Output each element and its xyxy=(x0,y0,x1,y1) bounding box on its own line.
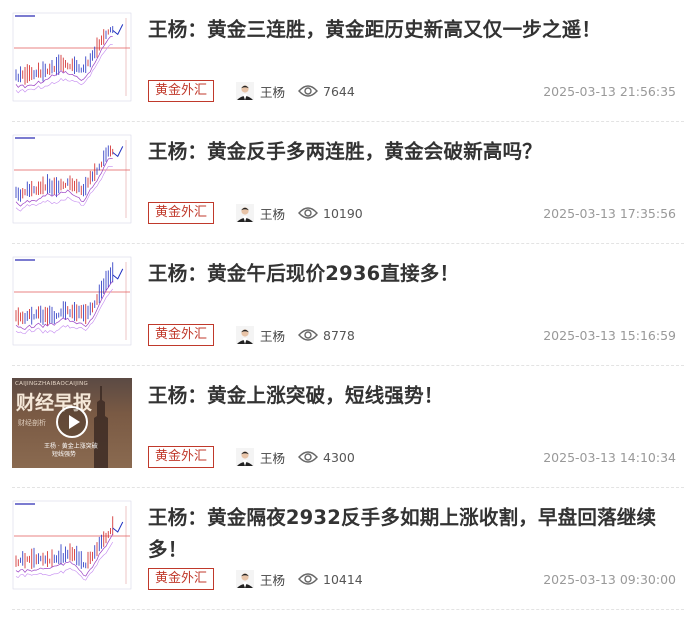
article-item[interactable]: 王杨：黄金隔夜2932反手多如期上涨收割，早盘回落继续多！ 黄金外汇 王杨 10… xyxy=(12,488,684,610)
skyscraper-image xyxy=(94,386,108,468)
view-count: 7644 xyxy=(298,82,355,100)
eye-icon xyxy=(298,85,318,97)
publish-time: 2025-03-13 17:35:56 xyxy=(543,206,676,221)
play-icon[interactable] xyxy=(56,406,88,438)
view-count-value: 4300 xyxy=(323,449,355,465)
category-tag[interactable]: 黄金外汇 xyxy=(148,324,215,346)
author-name: 王杨 xyxy=(260,450,286,466)
chart-header-label xyxy=(15,503,35,505)
article-thumbnail[interactable] xyxy=(12,256,132,346)
article-item[interactable]: 王杨：黄金三连胜，黄金距历史新高又仅一步之遥！ 黄金外汇 王杨 7644 202… xyxy=(12,0,684,122)
avatar-icon xyxy=(236,204,254,222)
category-tag[interactable]: 黄金外汇 xyxy=(148,202,215,224)
view-count: 10190 xyxy=(298,204,363,222)
chart-thumbnail-image xyxy=(12,256,132,346)
view-count-value: 8778 xyxy=(323,327,355,343)
article-title[interactable]: 王杨：黄金三连胜，黄金距历史新高又仅一步之遥！ xyxy=(148,14,668,46)
publish-time: 2025-03-13 15:16:59 xyxy=(543,328,676,343)
article-item[interactable]: 王杨：黄金午后现价2936直接多！ 黄金外汇 王杨 8778 2025-03-1… xyxy=(12,244,684,366)
avatar-icon xyxy=(236,448,254,466)
view-count: 10414 xyxy=(298,570,363,588)
chart-header-label xyxy=(15,137,35,139)
avatar-icon xyxy=(236,82,254,100)
category-tag[interactable]: 黄金外汇 xyxy=(148,568,215,590)
article-item[interactable]: 王杨：黄金反手多两连胜，黄金会破新高吗？ 黄金外汇 王杨 10190 2025-… xyxy=(12,122,684,244)
author-name: 王杨 xyxy=(260,572,286,588)
eye-icon xyxy=(298,573,318,585)
eye-icon xyxy=(298,329,318,341)
author-name: 王杨 xyxy=(260,206,286,222)
avatar-icon xyxy=(236,570,254,588)
chart-thumbnail-image xyxy=(12,12,132,102)
article-item[interactable]: CAIJINGZHAIBAOCAIJING 财经早报 财经剖析 王杨 · 黄金上… xyxy=(12,366,684,488)
video-thumbnail-subtitle: 财经剖析 xyxy=(18,419,46,427)
author-name: 王杨 xyxy=(260,84,286,100)
publish-time: 2025-03-13 21:56:35 xyxy=(543,84,676,99)
author[interactable]: 王杨 xyxy=(236,82,285,100)
author[interactable]: 王杨 xyxy=(236,204,285,222)
article-thumbnail[interactable] xyxy=(12,500,132,590)
eye-icon xyxy=(298,451,318,463)
chart-header-label xyxy=(15,259,35,261)
article-thumbnail[interactable] xyxy=(12,12,132,102)
video-thumbnail[interactable]: CAIJINGZHAIBAOCAIJING 财经早报 财经剖析 王杨 · 黄金上… xyxy=(12,378,132,468)
view-count-value: 7644 xyxy=(323,83,355,99)
view-count: 8778 xyxy=(298,326,355,344)
avatar-icon xyxy=(236,326,254,344)
author-name: 王杨 xyxy=(260,328,286,344)
category-tag[interactable]: 黄金外汇 xyxy=(148,80,215,102)
view-count-value: 10190 xyxy=(323,205,363,221)
category-tag[interactable]: 黄金外汇 xyxy=(148,446,215,468)
video-thumbnail-caption: 短线强势 xyxy=(52,451,77,458)
author[interactable]: 王杨 xyxy=(236,570,285,588)
view-count-value: 10414 xyxy=(323,571,363,587)
author[interactable]: 王杨 xyxy=(236,448,285,466)
chart-header-label xyxy=(15,15,35,17)
video-thumbnail-caption: CAIJINGZHAIBAOCAIJING xyxy=(15,381,89,387)
eye-icon xyxy=(298,207,318,219)
publish-time: 2025-03-13 09:30:00 xyxy=(543,572,676,587)
article-title[interactable]: 王杨：黄金反手多两连胜，黄金会破新高吗？ xyxy=(148,136,668,168)
article-title[interactable]: 王杨：黄金上涨突破，短线强势！ xyxy=(148,380,668,412)
view-count: 4300 xyxy=(298,448,355,466)
article-title[interactable]: 王杨：黄金隔夜2932反手多如期上涨收割，早盘回落继续多！ xyxy=(148,502,668,566)
chart-thumbnail-image xyxy=(12,134,132,224)
article-thumbnail[interactable] xyxy=(12,134,132,224)
divider xyxy=(12,609,684,610)
article-title[interactable]: 王杨：黄金午后现价2936直接多！ xyxy=(148,258,668,290)
chart-thumbnail-image xyxy=(12,500,132,590)
publish-time: 2025-03-13 14:10:34 xyxy=(543,450,676,465)
author[interactable]: 王杨 xyxy=(236,326,285,344)
